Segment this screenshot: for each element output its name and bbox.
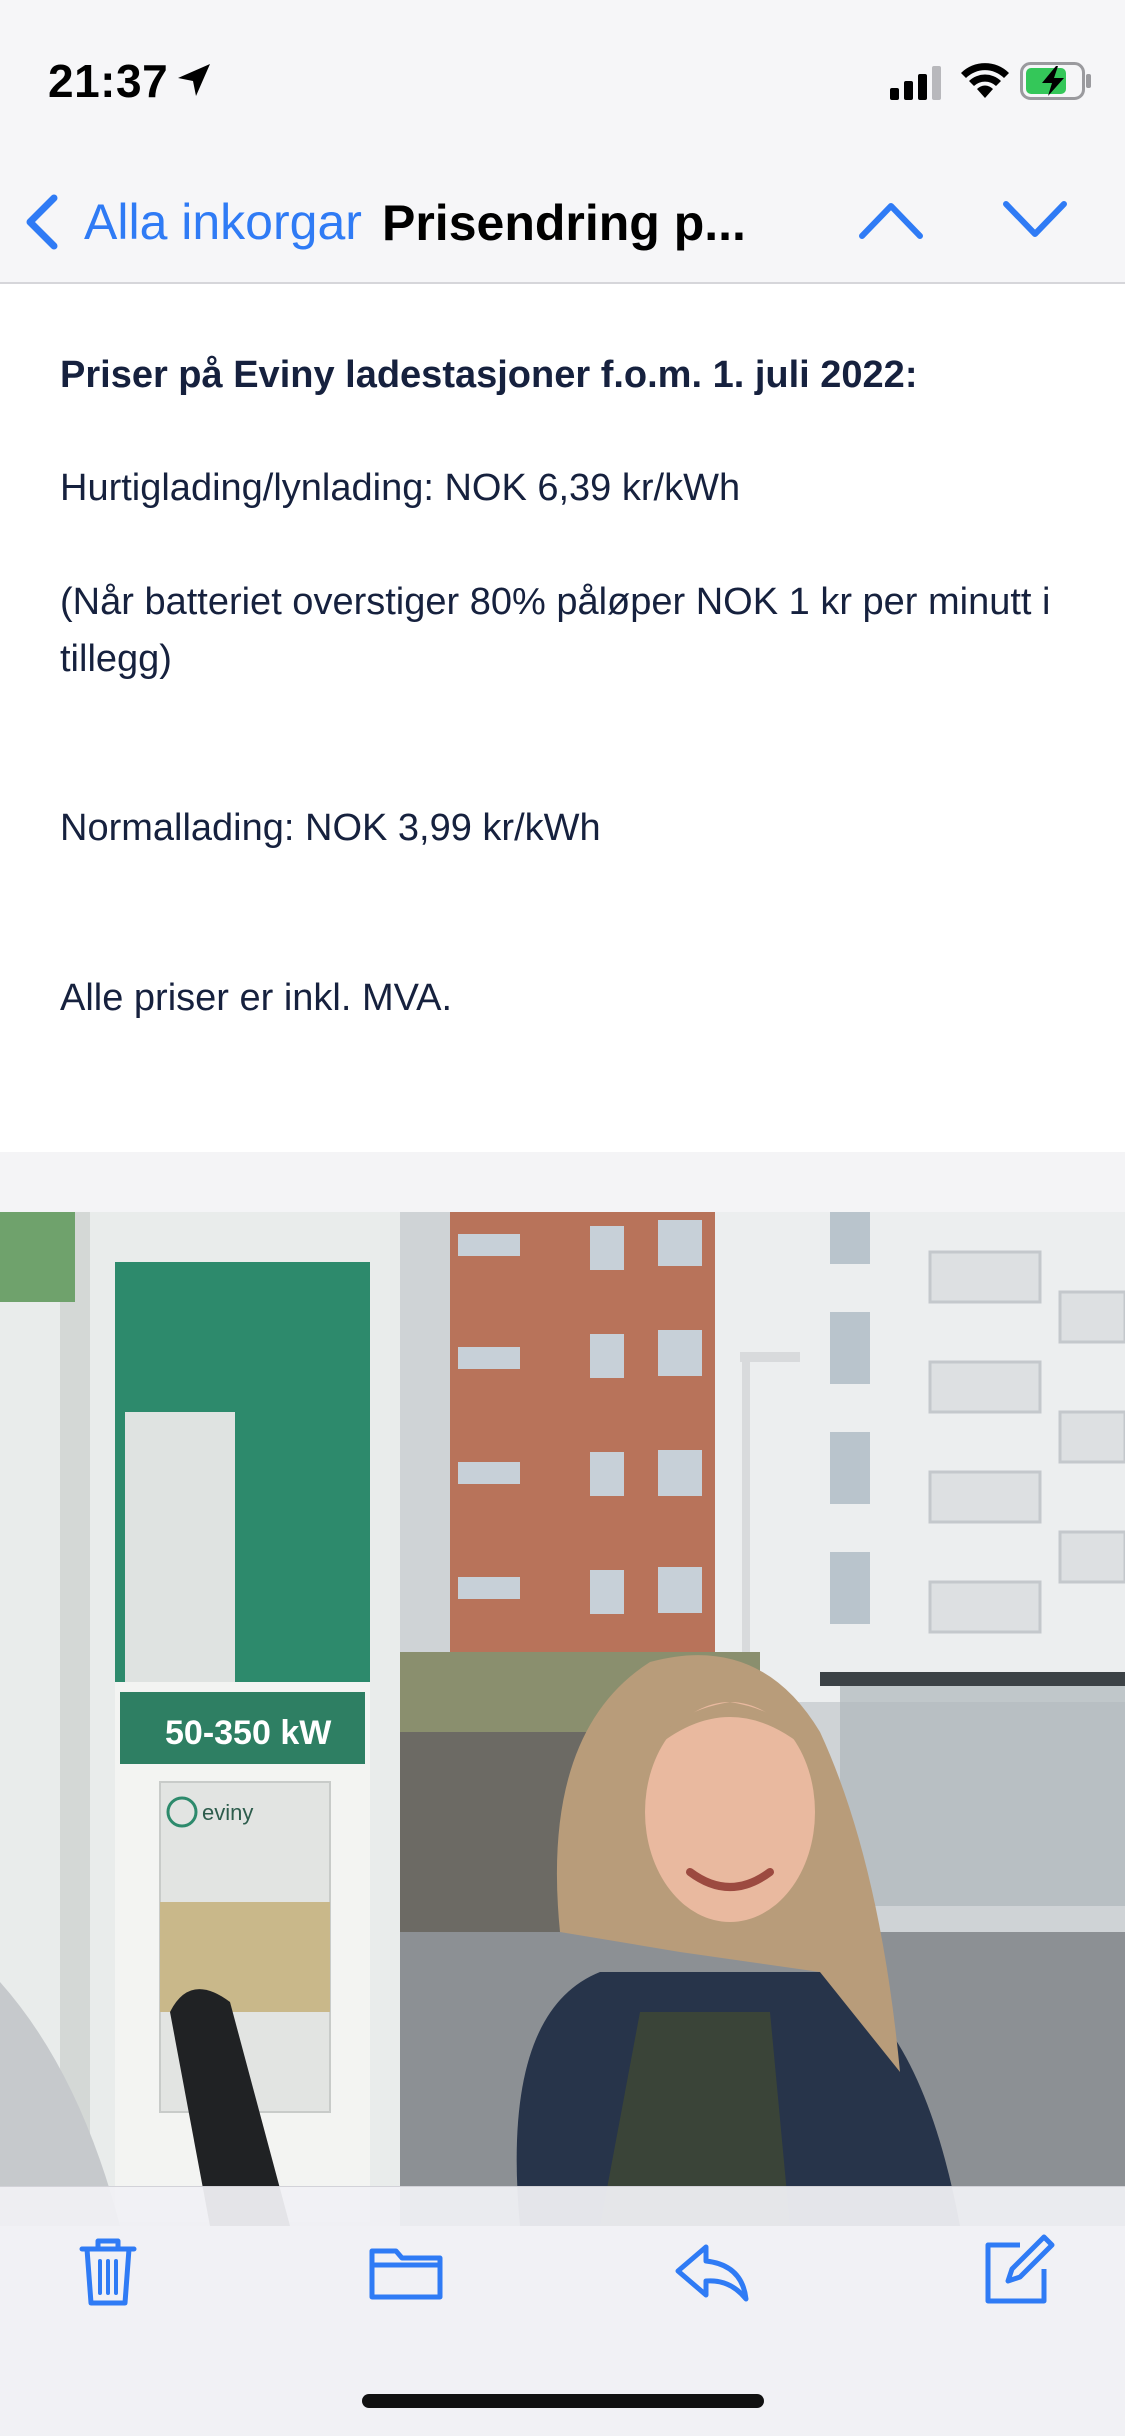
navigation-bar: Alla inkorgar Prisendring p... [0, 160, 1125, 284]
fast-charging-price: Hurtiglading/lynlading: NOK 6,39 kr/kWh [60, 467, 741, 509]
home-indicator[interactable] [362, 2394, 764, 2408]
price-heading: Priser på Eviny ladestasjoner f.o.m. 1. … [60, 354, 918, 396]
battery-surcharge-note: (Når batteriet overstiger 80% påløper NO… [60, 581, 1051, 680]
message-subject-title: Prisendring p... [382, 195, 746, 251]
photo-illustration: 50-350 kW eviny [0, 1212, 1125, 2226]
status-bar: 21:37 [0, 0, 1125, 160]
back-button-label: Alla inkorgar [84, 194, 362, 250]
back-to-all-inboxes-button[interactable]: Alla inkorgar [22, 182, 362, 262]
compose-icon[interactable] [978, 2231, 1058, 2311]
chevron-left-icon [26, 194, 58, 250]
location-arrow-icon [178, 64, 210, 96]
vat-note: Alle priser er inkl. MVA. [60, 977, 453, 1019]
brand-label: eviny [202, 1800, 253, 1825]
reply-icon[interactable] [672, 2231, 752, 2311]
status-time: 21:37 [48, 55, 169, 107]
charger-power-label: 50-350 kW [165, 1714, 332, 1752]
chevron-down-icon[interactable] [1000, 190, 1070, 250]
wifi-icon [961, 63, 1009, 98]
charging-station-photo: 50-350 kW eviny [0, 1212, 1125, 2226]
content-separator [0, 1152, 1125, 1212]
trash-icon[interactable] [68, 2231, 148, 2311]
mail-message-screen: 21:37 Alla inkorgar Prisendring p... Pri… [0, 0, 1125, 2436]
chevron-up-icon[interactable] [856, 190, 926, 250]
cellular-signal-icon [890, 66, 941, 100]
folder-icon[interactable] [366, 2231, 446, 2311]
normal-charging-price: Normallading: NOK 3,99 kr/kWh [60, 807, 601, 849]
battery-charging-icon [1020, 62, 1091, 100]
email-body: Priser på Eviny ladestasjoner f.o.m. 1. … [0, 284, 1125, 1152]
